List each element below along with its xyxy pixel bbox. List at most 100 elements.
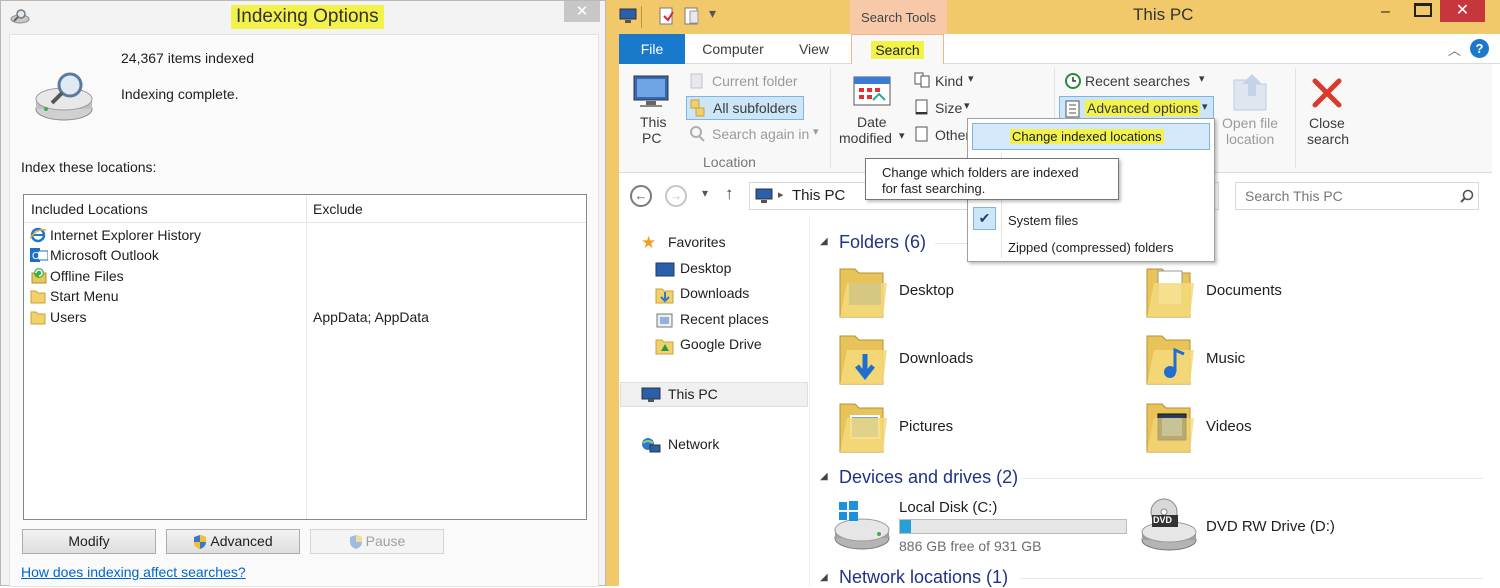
nav-item-this-pc[interactable]: This PC bbox=[620, 382, 808, 407]
folder-tile-downloads[interactable]: Downloads bbox=[837, 328, 1107, 388]
location-name: Users bbox=[50, 309, 87, 325]
search-again-label: Search again in bbox=[712, 126, 810, 142]
collapse-group-icon[interactable]: ◢ bbox=[820, 471, 828, 482]
folder-tile-desktop[interactable]: Desktop bbox=[837, 261, 1107, 321]
content-area: ◢ Folders (6) Desktop Documents Download… bbox=[809, 216, 1492, 588]
tab-computer[interactable]: Computer bbox=[692, 34, 774, 64]
column-header-included[interactable]: Included Locations bbox=[31, 201, 148, 217]
list-item[interactable]: Users AppData; AppData bbox=[28, 307, 588, 327]
date-modified-button[interactable]: Date modified ▾ bbox=[837, 72, 909, 152]
column-header-exclude[interactable]: Exclude bbox=[313, 201, 363, 217]
nav-item-favorites[interactable]: ★ Favorites bbox=[641, 233, 801, 253]
group-header-folders[interactable]: Folders (6) bbox=[839, 232, 926, 253]
quick-access-dropdown[interactable]: ▾ bbox=[709, 5, 716, 22]
search-box[interactable]: Search This PC bbox=[1235, 182, 1479, 210]
this-pc-button[interactable]: This PC bbox=[627, 72, 675, 152]
new-folder-icon[interactable] bbox=[684, 7, 700, 25]
close-search-button[interactable]: Close search bbox=[1300, 70, 1360, 150]
group-header-network[interactable]: Network locations (1) bbox=[839, 567, 1008, 588]
drive-tile-d[interactable]: DVD DVD RW Drive (D:) bbox=[1140, 498, 1440, 558]
current-folder-label: Current folder bbox=[712, 73, 798, 89]
recent-locations-dropdown[interactable]: ▾ bbox=[702, 186, 708, 200]
chevron-down-icon: ▾ bbox=[1202, 101, 1208, 113]
folder-name: Desktop bbox=[899, 282, 955, 299]
indexing-options-window: Indexing Options ✕ 24,367 items indexed … bbox=[0, 0, 606, 587]
tooltip: Change which folders are indexed for fas… bbox=[865, 158, 1119, 200]
nav-item-recent-places[interactable]: Recent places bbox=[655, 310, 805, 332]
this-pc-line1: This bbox=[640, 114, 667, 130]
menu-item-label: Change indexed locations bbox=[1010, 129, 1164, 144]
folder-tile-pictures[interactable]: Pictures bbox=[837, 396, 1107, 456]
folder-tile-videos[interactable]: Videos bbox=[1144, 396, 1414, 456]
network-icon bbox=[641, 437, 661, 455]
collapse-ribbon-icon[interactable]: ︿ bbox=[1448, 40, 1461, 59]
modify-button[interactable]: Modify bbox=[22, 529, 156, 554]
collapse-group-icon[interactable]: ◢ bbox=[820, 572, 828, 583]
address-text: This PC bbox=[792, 187, 846, 204]
change-indexed-locations-item[interactable]: Change indexed locations bbox=[972, 123, 1210, 150]
other-label: Other bbox=[935, 127, 971, 143]
back-button[interactable]: ← bbox=[630, 185, 652, 207]
minimize-button[interactable]: – bbox=[1381, 3, 1390, 21]
clock-icon bbox=[1064, 72, 1082, 90]
location-name: Start Menu bbox=[50, 288, 119, 304]
zipped-folders-item[interactable]: Zipped (compressed) folders bbox=[1008, 240, 1173, 255]
tab-search[interactable]: Search bbox=[851, 34, 944, 65]
up-button[interactable]: ↑ bbox=[725, 184, 734, 204]
nav-label: Desktop bbox=[680, 260, 732, 276]
collapse-group-icon[interactable]: ◢ bbox=[820, 236, 828, 247]
open-file-location-line1: Open file bbox=[1222, 115, 1279, 131]
drive-tile-c[interactable]: Local Disk (C:) 886 GB free of 931 GB bbox=[833, 498, 1133, 558]
local-disk-icon bbox=[833, 500, 891, 552]
system-files-item[interactable]: System files bbox=[1008, 213, 1078, 228]
title-bar: Indexing Options ✕ bbox=[1, 1, 605, 33]
folder-icon bbox=[689, 73, 705, 89]
chevron-down-icon: ▾ bbox=[1199, 73, 1205, 85]
search-input[interactable]: Search This PC bbox=[1245, 188, 1343, 204]
dvd-drive-icon: DVD bbox=[1140, 498, 1198, 554]
explorer-window: ▾ Search Tools This PC – ✕ File Computer… bbox=[610, 0, 1500, 588]
star-icon: ★ bbox=[641, 233, 657, 252]
advanced-button[interactable]: Advanced bbox=[166, 529, 300, 554]
this-pc-line2: PC bbox=[642, 130, 662, 146]
nav-item-downloads[interactable]: Downloads bbox=[655, 284, 805, 306]
pause-button: Pause bbox=[310, 529, 444, 554]
chevron-down-icon: ▾ bbox=[899, 130, 905, 142]
folder-tile-documents[interactable]: Documents bbox=[1144, 261, 1414, 321]
window-title: Indexing Options bbox=[231, 5, 384, 29]
help-icon[interactable]: ? bbox=[1470, 39, 1489, 58]
properties-icon[interactable] bbox=[659, 7, 675, 25]
column-divider bbox=[306, 223, 307, 519]
folder-name: Music bbox=[1206, 350, 1246, 367]
maximize-button[interactable] bbox=[1414, 3, 1432, 17]
all-subfolders-button[interactable]: All subfolders bbox=[686, 96, 804, 120]
close-button[interactable]: ✕ bbox=[1440, 0, 1485, 22]
chevron-down-icon: ▾ bbox=[813, 126, 819, 138]
close-search-line2: search bbox=[1307, 131, 1350, 147]
computer-icon[interactable] bbox=[619, 8, 637, 24]
recent-searches-button[interactable]: Recent searches ▾ bbox=[1061, 70, 1211, 92]
size-button[interactable]: Size ▾ bbox=[911, 97, 981, 119]
nav-label: Favorites bbox=[668, 234, 726, 250]
recent-places-icon bbox=[655, 312, 675, 330]
tab-file[interactable]: File bbox=[619, 34, 685, 64]
tooltip-line2: for fast searching. bbox=[882, 181, 986, 196]
close-button[interactable]: ✕ bbox=[564, 1, 600, 22]
group-header-devices[interactable]: Devices and drives (2) bbox=[839, 467, 1018, 488]
search-tools-context-header: Search Tools bbox=[850, 0, 947, 34]
search-icon[interactable] bbox=[1460, 189, 1474, 203]
nav-item-network[interactable]: Network bbox=[641, 435, 801, 457]
nav-item-desktop[interactable]: Desktop bbox=[655, 259, 805, 281]
computer-icon bbox=[641, 387, 661, 403]
folder-tile-music[interactable]: Music bbox=[1144, 328, 1414, 388]
nav-item-google-drive[interactable]: Google Drive bbox=[655, 335, 805, 357]
group-separator bbox=[830, 68, 831, 168]
kind-label: Kind bbox=[935, 73, 964, 89]
computer-icon bbox=[755, 188, 773, 204]
help-link[interactable]: How does indexing affect searches? bbox=[21, 564, 246, 580]
check-icon: ✔ bbox=[973, 207, 996, 230]
downloads-folder-icon bbox=[837, 328, 889, 388]
tab-view[interactable]: View bbox=[782, 34, 846, 64]
kind-button[interactable]: Kind ▾ bbox=[911, 70, 981, 92]
locations-list[interactable]: Included Locations Exclude Internet Expl… bbox=[23, 194, 587, 520]
